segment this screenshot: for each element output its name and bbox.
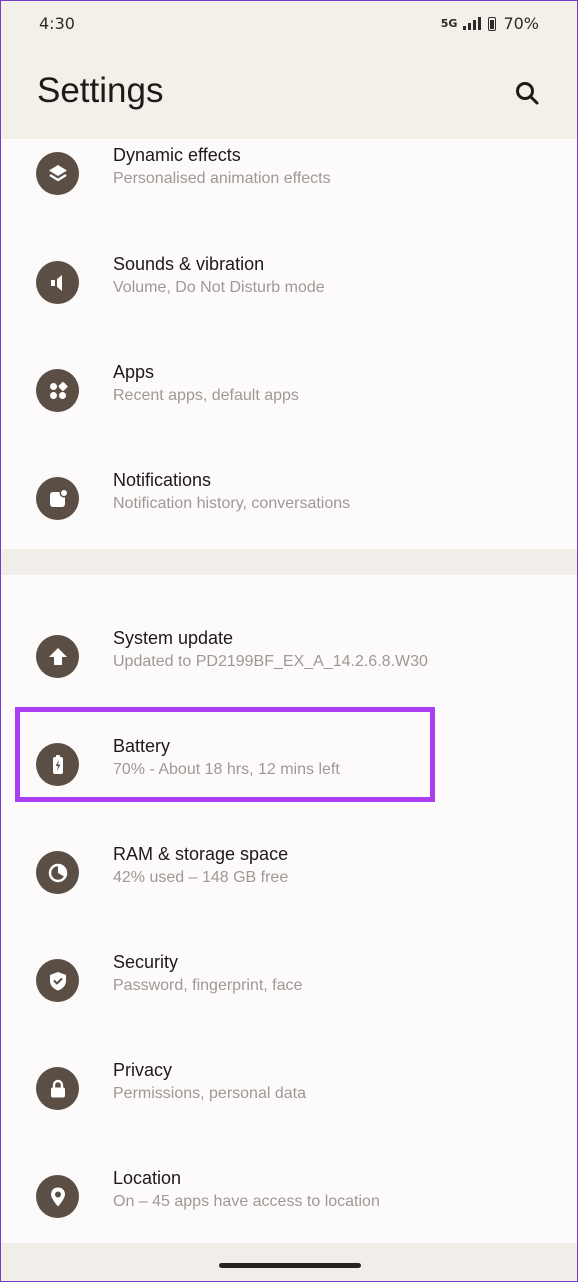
settings-item-location[interactable]: Location On – 45 apps have access to loc… (1, 1157, 577, 1237)
battery-percent: 70% (503, 14, 539, 33)
item-title: Sounds & vibration (113, 254, 265, 274)
network-type: 5G (440, 17, 458, 30)
item-subtitle: Notification history, conversations (113, 495, 351, 512)
upload-arrow-icon (36, 635, 79, 678)
lock-icon (36, 1067, 79, 1110)
search-button[interactable] (513, 79, 541, 107)
item-title: Location (113, 1168, 182, 1188)
item-title: Apps (113, 362, 155, 382)
item-title: RAM & storage space (113, 844, 289, 864)
shield-check-icon (36, 959, 79, 1002)
settings-item-apps[interactable]: Apps Recent apps, default apps (1, 351, 577, 431)
item-title: Security (113, 952, 179, 972)
settings-item-privacy[interactable]: Privacy Permissions, personal data (1, 1049, 577, 1129)
settings-item-ram-storage[interactable]: RAM & storage space 42% used – 148 GB fr… (1, 833, 577, 913)
item-subtitle: Password, fingerprint, face (113, 977, 303, 994)
item-title: Dynamic effects (113, 145, 241, 165)
item-subtitle: Permissions, personal data (113, 1085, 306, 1102)
status-indicators: 5G 70% (441, 14, 539, 33)
item-subtitle: 42% used – 148 GB free (113, 869, 289, 886)
settings-item-battery[interactable]: Battery 70% - About 18 hrs, 12 mins left (1, 725, 577, 805)
item-subtitle: 70% - About 18 hrs, 12 mins left (113, 761, 340, 778)
item-subtitle: Volume, Do Not Disturb mode (113, 279, 325, 296)
home-gesture-handle[interactable] (219, 1263, 361, 1268)
settings-group-1: Dynamic effects Personalised animation e… (1, 139, 577, 549)
battery-status-icon (488, 16, 497, 31)
item-subtitle: Recent apps, default apps (113, 387, 299, 404)
settings-item-dynamic-effects[interactable]: Dynamic effects Personalised animation e… (1, 134, 577, 214)
signal-icon (463, 17, 482, 30)
navigation-bar (1, 1243, 577, 1281)
item-subtitle: Updated to PD2199BF_EX_A_14.2.6.8.W30 (113, 653, 428, 670)
item-title: Notifications (113, 470, 212, 490)
apps-grid-icon (36, 369, 79, 412)
pie-chart-icon (36, 851, 79, 894)
page-title: Settings (37, 71, 164, 110)
speaker-icon (36, 261, 79, 304)
item-title: Privacy (113, 1060, 173, 1080)
status-bar: 4:30 5G 70% (1, 1, 577, 47)
settings-item-sounds-vibration[interactable]: Sounds & vibration Volume, Do Not Distur… (1, 243, 577, 323)
settings-item-security[interactable]: Security Password, fingerprint, face (1, 941, 577, 1021)
settings-item-system-update[interactable]: System update Updated to PD2199BF_EX_A_1… (1, 617, 577, 697)
item-subtitle: On – 45 apps have access to location (113, 1193, 380, 1210)
search-icon (516, 82, 539, 105)
item-title: Battery (113, 736, 171, 756)
app-bar: Settings (1, 47, 577, 139)
status-time: 4:30 (39, 14, 75, 33)
layers-icon (36, 152, 79, 195)
location-pin-icon (36, 1175, 79, 1218)
notification-icon (36, 477, 79, 520)
item-title: System update (113, 628, 234, 648)
settings-item-notifications[interactable]: Notifications Notification history, conv… (1, 459, 577, 539)
item-subtitle: Personalised animation effects (113, 170, 331, 187)
battery-charging-icon (36, 743, 79, 786)
settings-group-2: System update Updated to PD2199BF_EX_A_1… (1, 575, 577, 1243)
